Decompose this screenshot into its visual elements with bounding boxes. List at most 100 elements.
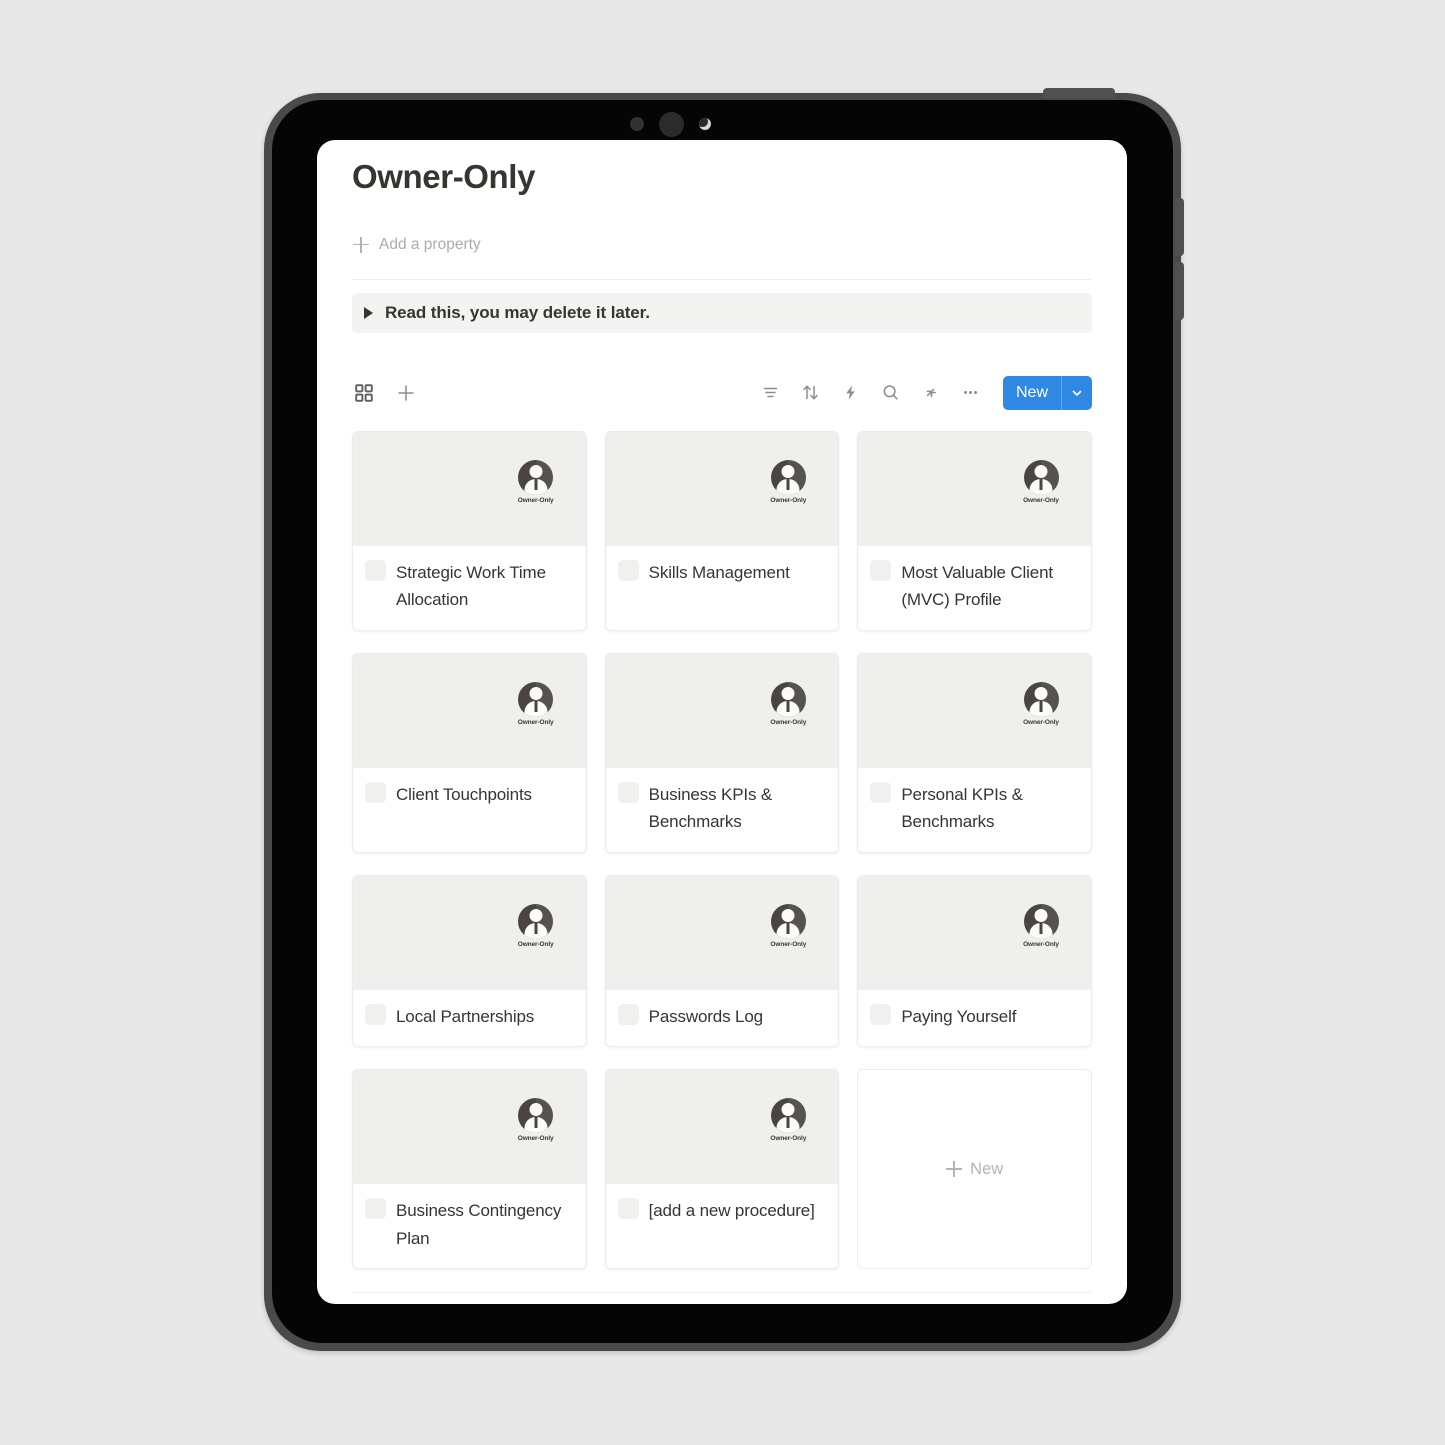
card-body: Personal KPIs & Benchmarks xyxy=(858,766,1091,852)
person-avatar-icon xyxy=(1023,903,1059,939)
gallery-card-6[interactable]: Owner-Only Local Partnerships xyxy=(352,874,587,1048)
person-avatar-icon xyxy=(770,681,806,717)
sensor-array xyxy=(630,110,750,138)
more-options-icon[interactable] xyxy=(959,381,983,405)
gallery-card-8[interactable]: Owner-Only Paying Yourself xyxy=(857,874,1092,1048)
owner-only-badge: Owner-Only xyxy=(761,903,815,948)
power-button[interactable] xyxy=(1043,88,1115,98)
gallery-card-7[interactable]: Owner-Only Passwords Log xyxy=(604,874,840,1048)
card-cover: Owner-Only xyxy=(353,1070,586,1184)
page-icon-placeholder xyxy=(617,781,639,803)
front-camera-icon xyxy=(659,111,684,137)
new-card-label: New xyxy=(970,1159,1004,1178)
card-body: Most Valuable Client (MVC) Profile xyxy=(858,544,1091,630)
badge-label: Owner-Only xyxy=(770,940,807,948)
new-button-group: New xyxy=(1002,375,1092,410)
card-cover: Owner-Only xyxy=(353,875,586,989)
badge-label: Owner-Only xyxy=(770,718,807,726)
card-title: Skills Management xyxy=(648,562,790,582)
page-icon-placeholder xyxy=(870,1003,892,1025)
badge-label: Owner-Only xyxy=(770,1135,807,1143)
expand-icon[interactable] xyxy=(919,381,943,405)
gallery-view-icon[interactable] xyxy=(352,381,376,405)
page-icon-placeholder xyxy=(617,1198,639,1220)
add-property-button[interactable]: Add a property xyxy=(352,233,1092,257)
toggle-block-label: Read this, you may delete it later. xyxy=(385,302,650,322)
owner-only-badge: Owner-Only xyxy=(761,459,815,504)
person-avatar-icon xyxy=(770,903,806,939)
card-title: [add a new procedure] xyxy=(648,1201,815,1221)
gallery-card-0[interactable]: Owner-Only Strategic Work Time Allocatio… xyxy=(352,430,587,631)
sensor-dot-icon xyxy=(630,117,644,131)
search-icon[interactable] xyxy=(879,381,903,405)
new-card-button[interactable]: New xyxy=(857,1069,1092,1270)
owner-only-badge: Owner-Only xyxy=(761,681,815,726)
card-body: Passwords Log xyxy=(605,988,839,1047)
bottom-divider xyxy=(352,1292,1092,1293)
new-button[interactable]: New xyxy=(1003,375,1062,410)
card-body: Paying Yourself xyxy=(858,988,1091,1047)
person-avatar-icon xyxy=(518,903,554,939)
plus-icon xyxy=(352,236,370,254)
card-cover: Owner-Only xyxy=(605,653,839,767)
add-view-plus-icon[interactable] xyxy=(394,381,418,405)
gallery-card-5[interactable]: Owner-Only Personal KPIs & Benchmarks xyxy=(857,652,1092,853)
gallery-card-3[interactable]: Owner-Only Client Touchpoints xyxy=(352,652,587,853)
volume-up-button[interactable] xyxy=(1175,198,1184,256)
card-title: Business Contingency Plan xyxy=(396,1201,562,1248)
toolbar-left-group xyxy=(352,381,418,405)
person-avatar-icon xyxy=(1023,459,1059,495)
page-icon-placeholder xyxy=(617,559,639,581)
badge-label: Owner-Only xyxy=(517,496,554,504)
card-cover: Owner-Only xyxy=(858,875,1091,989)
person-avatar-icon xyxy=(518,1098,554,1134)
owner-only-badge: Owner-Only xyxy=(761,1098,815,1142)
owner-only-badge: Owner-Only xyxy=(509,459,563,504)
card-body: [add a new procedure] xyxy=(605,1183,839,1269)
badge-label: Owner-Only xyxy=(1023,718,1059,726)
chevron-right-icon[interactable] xyxy=(364,306,373,319)
filter-icon[interactable] xyxy=(759,381,783,405)
person-avatar-icon xyxy=(518,459,554,495)
card-cover: Owner-Only xyxy=(353,431,586,545)
new-button-chevron-down-icon[interactable] xyxy=(1062,376,1092,410)
toggle-block[interactable]: Read this, you may delete it later. xyxy=(352,292,1092,333)
owner-only-badge: Owner-Only xyxy=(509,903,563,948)
gallery-card-2[interactable]: Owner-Only Most Valuable Client (MVC) Pr… xyxy=(857,430,1092,631)
ambient-light-sensor-icon xyxy=(699,118,711,130)
card-cover: Owner-Only xyxy=(858,653,1091,767)
badge-label: Owner-Only xyxy=(517,1135,554,1143)
card-title: Business KPIs & Benchmarks xyxy=(648,784,773,832)
card-cover: Owner-Only xyxy=(858,431,1091,545)
page-icon-placeholder xyxy=(365,559,386,581)
notion-page: Owner-Only Add a property Read this, you… xyxy=(317,140,1127,1304)
sort-icon[interactable] xyxy=(799,381,823,405)
card-body: Business KPIs & Benchmarks xyxy=(605,766,839,852)
page-icon-placeholder xyxy=(365,1198,386,1220)
owner-only-badge: Owner-Only xyxy=(509,681,563,726)
volume-down-button[interactable] xyxy=(1175,262,1184,320)
page-title: Owner-Only xyxy=(352,158,536,195)
page-icon-placeholder xyxy=(365,781,386,803)
card-cover: Owner-Only xyxy=(605,1070,839,1184)
plus-icon xyxy=(946,1161,963,1178)
gallery-card-4[interactable]: Owner-Only Business KPIs & Benchmarks xyxy=(604,652,840,853)
database-toolbar: New xyxy=(352,373,1092,413)
gallery-grid: Owner-Only Strategic Work Time Allocatio… xyxy=(352,430,1092,1270)
page-icon-placeholder xyxy=(617,1003,639,1025)
page-icon-placeholder xyxy=(870,781,892,803)
toolbar-right-group: New xyxy=(759,375,1092,410)
page-icon-placeholder xyxy=(870,559,892,581)
card-cover: Owner-Only xyxy=(605,431,839,545)
card-cover: Owner-Only xyxy=(605,875,839,989)
gallery-card-1[interactable]: Owner-Only Skills Management xyxy=(604,430,840,631)
card-title: Most Valuable Client (MVC) Profile xyxy=(901,562,1053,610)
card-cover: Owner-Only xyxy=(353,653,586,767)
card-body: Strategic Work Time Allocation xyxy=(353,544,586,630)
person-avatar-icon xyxy=(770,1098,806,1134)
badge-label: Owner-Only xyxy=(1023,940,1059,948)
card-title: Passwords Log xyxy=(648,1006,763,1026)
gallery-card-10[interactable]: Owner-Only [add a new procedure] xyxy=(604,1069,840,1270)
automation-lightning-icon[interactable] xyxy=(839,381,863,405)
gallery-card-9[interactable]: Owner-Only Business Contingency Plan xyxy=(352,1069,587,1270)
